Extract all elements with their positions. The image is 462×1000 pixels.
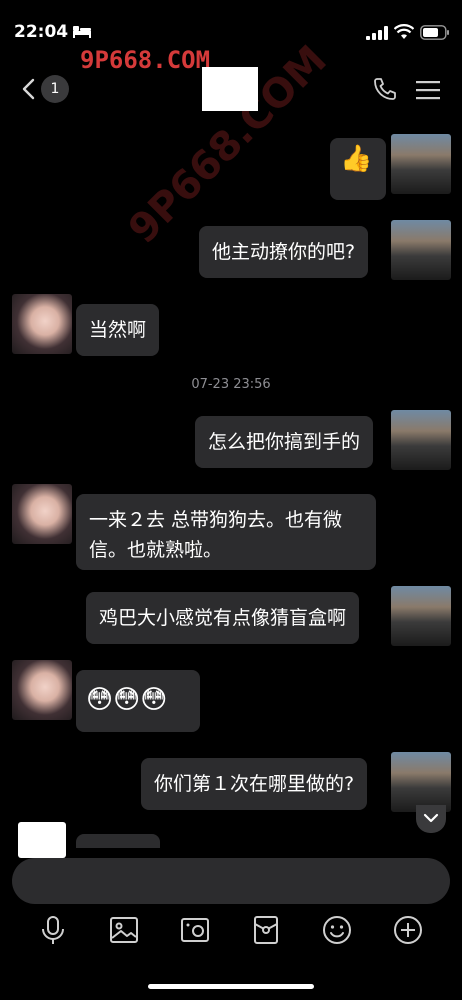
message-bubble[interactable]: 你们第１次在哪里做的? [141, 758, 368, 810]
avatar[interactable] [391, 586, 451, 646]
flushed-emoji: 😳😳😳 [86, 685, 168, 715]
plus-icon[interactable] [392, 914, 424, 946]
red-packet-icon[interactable] [250, 914, 282, 946]
unread-badge[interactable]: 1 [41, 75, 69, 103]
battery-icon [420, 25, 449, 40]
status-bar: 22:04 [0, 0, 462, 60]
avatar[interactable] [18, 822, 66, 858]
signal-icon [366, 26, 388, 40]
message-bubble[interactable]: 鸡巴大小感觉有点像猜盲盒啊 [86, 592, 360, 644]
status-time: 22:04 [14, 22, 69, 42]
microphone-icon[interactable] [37, 914, 69, 946]
hamburger-menu-icon[interactable] [416, 79, 440, 101]
message-input[interactable] [12, 858, 450, 904]
chevron-down-icon [423, 813, 439, 823]
message-bubble[interactable]: 👍 [330, 138, 386, 200]
home-indicator[interactable] [148, 984, 314, 989]
avatar[interactable] [12, 660, 72, 720]
avatar[interactable] [12, 294, 72, 354]
contact-avatar[interactable] [202, 67, 258, 111]
message-bubble[interactable]: 一来２去 总带狗狗去。也有微信。也就熟啦。 [76, 494, 376, 570]
avatar[interactable] [391, 220, 451, 280]
avatar[interactable] [391, 410, 451, 470]
message-bubble[interactable]: 当然啊 [76, 304, 160, 356]
chevron-left-icon[interactable] [20, 78, 36, 100]
bed-icon [73, 26, 91, 38]
thumbs-up-emoji: 👍 [340, 144, 373, 174]
chat-header: 1 [0, 62, 462, 118]
message-bubble[interactable]: 😳😳😳 [76, 670, 200, 732]
scroll-to-bottom-button[interactable] [416, 805, 446, 833]
message-bubble-partial[interactable] [76, 834, 160, 848]
avatar[interactable] [12, 484, 72, 544]
avatar[interactable] [391, 752, 451, 812]
emoji-icon[interactable] [321, 914, 353, 946]
avatar[interactable] [391, 134, 451, 194]
message-bubble[interactable]: 他主动撩你的吧? [199, 226, 369, 278]
wifi-icon [394, 24, 414, 39]
image-icon[interactable] [108, 914, 140, 946]
camera-icon[interactable] [179, 914, 211, 946]
message-timestamp: 07-23 23:56 [191, 377, 271, 392]
chat-toolbar [0, 910, 462, 954]
phone-icon[interactable] [372, 76, 398, 102]
message-bubble[interactable]: 怎么把你搞到手的 [195, 416, 374, 468]
